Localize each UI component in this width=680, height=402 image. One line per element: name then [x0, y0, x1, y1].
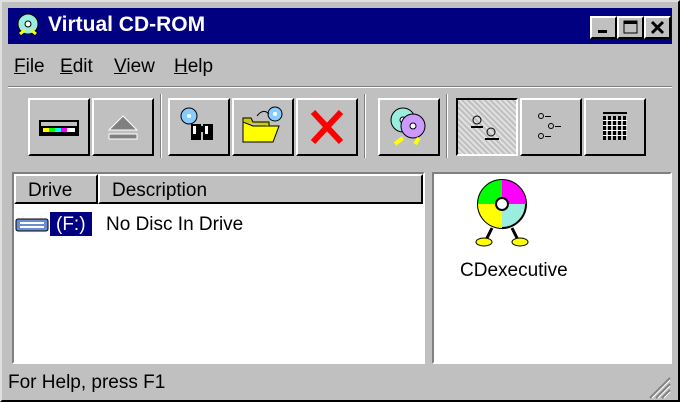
small-icons-view-button[interactable]: [520, 98, 582, 156]
menu-help[interactable]: Help: [174, 56, 213, 78]
open-folder-icon: [242, 106, 283, 143]
details-view-icon: [603, 112, 627, 140]
maximize-button[interactable]: [617, 16, 644, 39]
program-pane: CDexecutive: [432, 172, 672, 364]
drive-letter[interactable]: (F:): [50, 212, 92, 236]
window-title: Virtual CD-ROM: [48, 13, 206, 36]
cdexecutive-label: CDexecutive: [460, 260, 568, 281]
status-bar: For Help, press F1: [8, 366, 672, 400]
application-window: Virtual CD-ROM File Edit View Help Drive…: [0, 0, 680, 402]
column-header-description[interactable]: Description: [98, 174, 423, 204]
drive-button[interactable]: [28, 98, 90, 156]
large-icons-view-icon: [471, 115, 499, 140]
minimize-icon: [598, 30, 607, 33]
maximize-icon: [623, 20, 638, 34]
cd-executive-icon: [390, 107, 426, 146]
status-text: For Help, press F1: [8, 372, 166, 393]
drive-row[interactable]: (F:) No Disc In Drive: [14, 208, 423, 242]
details-view-button[interactable]: [584, 98, 646, 156]
toolbar: [8, 90, 672, 164]
menu-view[interactable]: View: [114, 56, 155, 78]
toolbar-separator: [364, 94, 366, 158]
eject-icon: [107, 115, 139, 140]
cd-executive-button[interactable]: [378, 98, 440, 156]
title-bar[interactable]: Virtual CD-ROM: [8, 8, 672, 44]
cdexecutive-icon: [475, 179, 529, 247]
menu-file[interactable]: File: [14, 56, 45, 78]
menu-separator: [8, 86, 672, 88]
drive-list[interactable]: Drive Description (F:) No Disc In Drive: [12, 172, 425, 364]
drive-icon: [39, 120, 79, 136]
close-icon: [650, 20, 665, 35]
drive-description: No Disc In Drive: [106, 214, 244, 235]
eject-button[interactable]: [92, 98, 154, 156]
toolbar-separator: [160, 94, 162, 158]
delete-button[interactable]: [296, 98, 358, 156]
delete-icon: [310, 109, 344, 145]
column-header-drive[interactable]: Drive: [14, 174, 98, 204]
cdexecutive-item[interactable]: CDexecutive: [444, 174, 568, 284]
menu-bar: File Edit View Help: [8, 48, 672, 82]
app-cd-icon: [17, 13, 39, 36]
close-button[interactable]: [644, 16, 671, 39]
small-icons-view-icon: [538, 113, 561, 139]
menu-edit[interactable]: Edit: [60, 56, 93, 78]
resize-grip-icon[interactable]: [644, 372, 672, 400]
find-icon: [180, 107, 213, 140]
find-button[interactable]: [168, 98, 230, 156]
toolbar-separator: [446, 94, 448, 158]
large-icons-view-button[interactable]: [456, 98, 518, 156]
minimize-button[interactable]: [590, 16, 617, 39]
cd-drive-icon: [15, 218, 49, 232]
open-folder-button[interactable]: [232, 98, 294, 156]
